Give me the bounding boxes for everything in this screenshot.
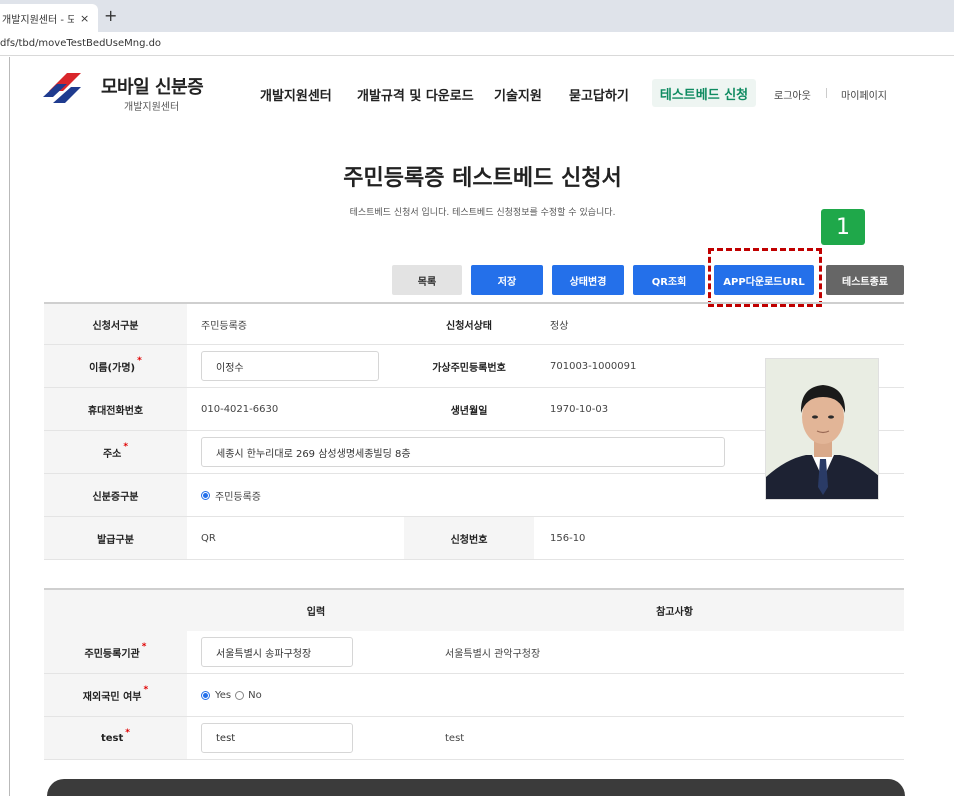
registry-org-cell: 서울특별시 송파구청장	[187, 637, 445, 667]
app-download-url-button[interactable]: APP다운로드URL	[714, 265, 814, 295]
list-button[interactable]: 목록	[392, 265, 462, 295]
status-change-button[interactable]: 상태변경	[552, 265, 624, 295]
address-label-text: 주소	[102, 448, 122, 460]
test-cell: test	[187, 723, 445, 753]
test-input[interactable]: test	[201, 723, 353, 753]
required-mark: *	[143, 685, 149, 695]
name-input[interactable]: 이정수	[201, 351, 379, 381]
id-type-cell: 주민등록증	[187, 474, 404, 516]
issue-label: 발급구분	[44, 517, 187, 559]
brand-subtitle: 개발지원센터	[124, 102, 180, 113]
site-logo-icon[interactable]	[43, 71, 87, 105]
table-row: 주민등록기관 * 서울특별시 송파구청장 서울특별시 관악구청장	[44, 631, 904, 674]
virtual-id-value: 701003-1000091	[550, 360, 637, 372]
table-header: 입력 참고사항	[44, 588, 904, 631]
id-type-label: 신분증구분	[44, 474, 187, 516]
id-photo	[765, 358, 879, 500]
logout-link[interactable]: 로그아웃	[774, 87, 811, 102]
person-photo-icon	[766, 359, 878, 499]
page-content: 모바일 신분증 개발지원센터 개발지원센터 개발규격 및 다운로드 기술지원 묻…	[11, 57, 954, 796]
nav-spec-download[interactable]: 개발규격 및 다운로드	[357, 85, 474, 104]
test-end-button[interactable]: 테스트종료	[826, 265, 904, 295]
overseas-cell: Yes No	[187, 690, 445, 701]
nav-dev-center[interactable]: 개발지원센터	[260, 85, 332, 104]
phone-label: 휴대전화번호	[44, 388, 187, 430]
address-label: 주소 *	[44, 431, 187, 473]
overseas-no-label: No	[248, 689, 262, 701]
row-label: test *	[44, 717, 187, 759]
registry-org-reference: 서울특별시 관악구청장	[445, 648, 541, 660]
save-button[interactable]: 저장	[471, 265, 543, 295]
phone-value: 010-4021-6630	[201, 403, 279, 415]
form-row: 신청서구분 주민등록증 신청서상태 정상	[44, 302, 904, 345]
row-label: 주민등록기관 *	[44, 631, 187, 673]
nav-testbed-apply[interactable]: 테스트베드 신청	[652, 79, 756, 107]
brand-title[interactable]: 모바일 신분증	[101, 73, 204, 99]
overseas-no-radio[interactable]	[235, 690, 245, 700]
required-mark: *	[123, 442, 129, 452]
required-mark: *	[125, 728, 130, 738]
virtual-id-label: 가상주민등록번호	[404, 345, 534, 387]
form-row: 발급구분 QR 신청번호 156-10	[44, 517, 904, 560]
registry-org-label: 주민등록기관	[84, 648, 140, 660]
nav-tech-support[interactable]: 기술지원	[494, 85, 542, 104]
address-cell: 세종시 한누리대로 269 삼성생명세종빌딩 8층	[187, 431, 725, 473]
application-form: 신청서구분 주민등록증 신청서상태 정상 이름(가명) * 이정수 가상주민등록번…	[44, 302, 904, 560]
overseas-label: 재외국민 여부	[82, 691, 142, 703]
status-value: 정상	[550, 320, 569, 332]
address-bar-url: dfs/tbd/moveTestBedUseMng.do	[0, 38, 162, 49]
new-tab-icon[interactable]: +	[104, 6, 117, 25]
id-type-option: 주민등록증	[215, 491, 261, 503]
table-row: 재외국민 여부 * Yes No	[44, 674, 904, 717]
column-input: 입력	[306, 607, 326, 618]
column-reference: 참고사항	[656, 607, 693, 618]
page-description: 테스트베드 신청서 입니다. 테스트베드 신청정보를 수정할 수 있습니다.	[349, 208, 616, 218]
issue-value: QR	[201, 532, 216, 544]
address-input[interactable]: 세종시 한누리대로 269 삼성생명세종빌딩 8층	[201, 437, 725, 467]
mypage-link[interactable]: 마이페이지	[841, 87, 887, 102]
required-mark: *	[141, 642, 147, 652]
type-value: 주민등록증	[201, 320, 247, 332]
name-label-text: 이름(가명)	[89, 362, 136, 374]
birth-label: 생년월일	[404, 388, 534, 430]
window-left-edge	[0, 57, 10, 796]
overseas-yes-radio[interactable]	[201, 690, 210, 700]
floating-bottom-bar	[47, 779, 905, 796]
test-label: test	[100, 732, 124, 744]
browser-tabbar: 개발지원센터 - 모 × +	[0, 0, 954, 32]
close-icon[interactable]: ×	[80, 12, 89, 25]
screenshot-frame: 개발지원센터 - 모 × + dfs/tbd/moveTestBedUseMng…	[0, 0, 954, 796]
required-mark: *	[137, 356, 142, 366]
type-label: 신청서구분	[44, 304, 187, 344]
browser-tab[interactable]: 개발지원센터 - 모 ×	[0, 4, 98, 32]
page-title: 주민등록증 테스트베드 신청서	[343, 166, 622, 191]
nav-qna[interactable]: 묻고답하기	[569, 85, 629, 104]
apply-no-label: 신청번호	[404, 517, 534, 559]
browser-address-bar[interactable]: dfs/tbd/moveTestBedUseMng.do	[0, 32, 954, 56]
browser-tab-title: 개발지원센터 - 모	[2, 14, 74, 26]
row-label: 재외국민 여부 *	[44, 674, 187, 716]
birth-value: 1970-10-03	[550, 403, 609, 415]
apply-no-value: 156-10	[550, 532, 586, 544]
test-reference: test	[445, 732, 465, 744]
name-label: 이름(가명) *	[44, 345, 187, 387]
status-label: 신청서상태	[404, 304, 534, 344]
additional-info-table: 입력 참고사항 주민등록기관 * 서울특별시 송파구청장 서울특별시 관악구청장 …	[44, 588, 904, 760]
qr-lookup-button[interactable]: QR조회	[633, 265, 705, 295]
overseas-yes-label: Yes	[215, 689, 232, 701]
table-row: test * test test	[44, 717, 904, 760]
name-cell: 이정수	[187, 345, 404, 387]
registry-org-input[interactable]: 서울특별시 송파구청장	[201, 637, 353, 667]
id-type-radio[interactable]	[201, 490, 210, 500]
step-badge: 1	[821, 209, 865, 245]
util-divider	[826, 88, 827, 98]
